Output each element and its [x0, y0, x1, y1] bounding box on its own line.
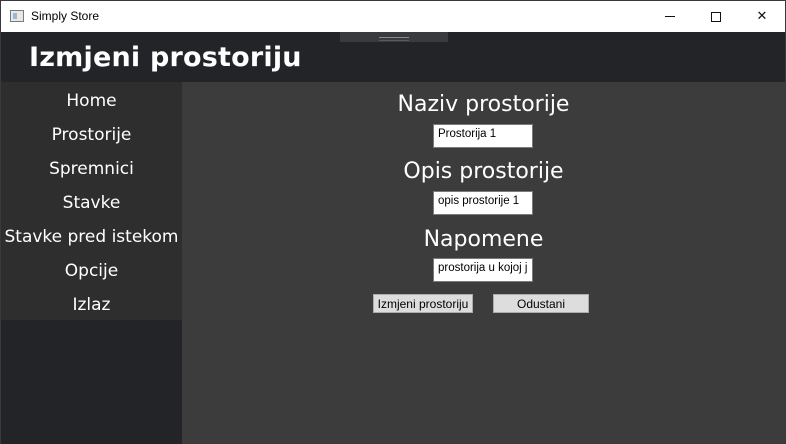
title-bar[interactable]: Simply Store ✕	[1, 1, 785, 32]
window-title: Simply Store	[31, 9, 100, 23]
app-icon	[10, 10, 24, 22]
sidebar-item-izlaz[interactable]: Izlaz	[1, 288, 182, 322]
maximize-button[interactable]	[693, 1, 739, 32]
sidebar-item-stavke[interactable]: Stavke	[1, 186, 182, 220]
notes-label: Napomene	[423, 227, 544, 252]
cancel-button[interactable]: Odustani	[493, 294, 589, 313]
app-window: Simply Store ✕ Izmjeni prostoriju Home P…	[0, 0, 786, 444]
sidebar-item-prostorije[interactable]: Prostorije	[1, 118, 182, 152]
close-icon: ✕	[756, 9, 768, 24]
sidebar: Home Prostorije Spremnici Stavke Stavke …	[1, 82, 182, 320]
maximize-icon	[711, 11, 721, 22]
edit-room-form: Naziv prostorije Prostorija 1 Opis prost…	[182, 82, 785, 443]
room-name-input[interactable]: Prostorija 1	[433, 124, 533, 148]
page-header: Izmjeni prostoriju	[1, 32, 785, 82]
minimize-button[interactable]	[647, 1, 693, 32]
page-title: Izmjeni prostoriju	[29, 42, 302, 73]
notes-input[interactable]: prostorija u kojoj j	[433, 258, 533, 282]
room-description-label: Opis prostorije	[403, 159, 564, 184]
sidebar-item-spremnici[interactable]: Spremnici	[1, 152, 182, 186]
close-button[interactable]: ✕	[739, 1, 785, 32]
sidebar-item-opcije[interactable]: Opcije	[1, 254, 182, 288]
drag-handle[interactable]	[340, 32, 448, 42]
sidebar-item-home[interactable]: Home	[1, 84, 182, 118]
room-description-input[interactable]: opis prostorije 1	[433, 191, 533, 215]
room-name-label: Naziv prostorije	[397, 92, 570, 117]
minimize-icon	[665, 16, 675, 17]
save-room-button[interactable]: Izmjeni prostoriju	[373, 294, 473, 313]
sidebar-item-stavke-pred-istekom[interactable]: Stavke pred istekom	[1, 220, 182, 254]
